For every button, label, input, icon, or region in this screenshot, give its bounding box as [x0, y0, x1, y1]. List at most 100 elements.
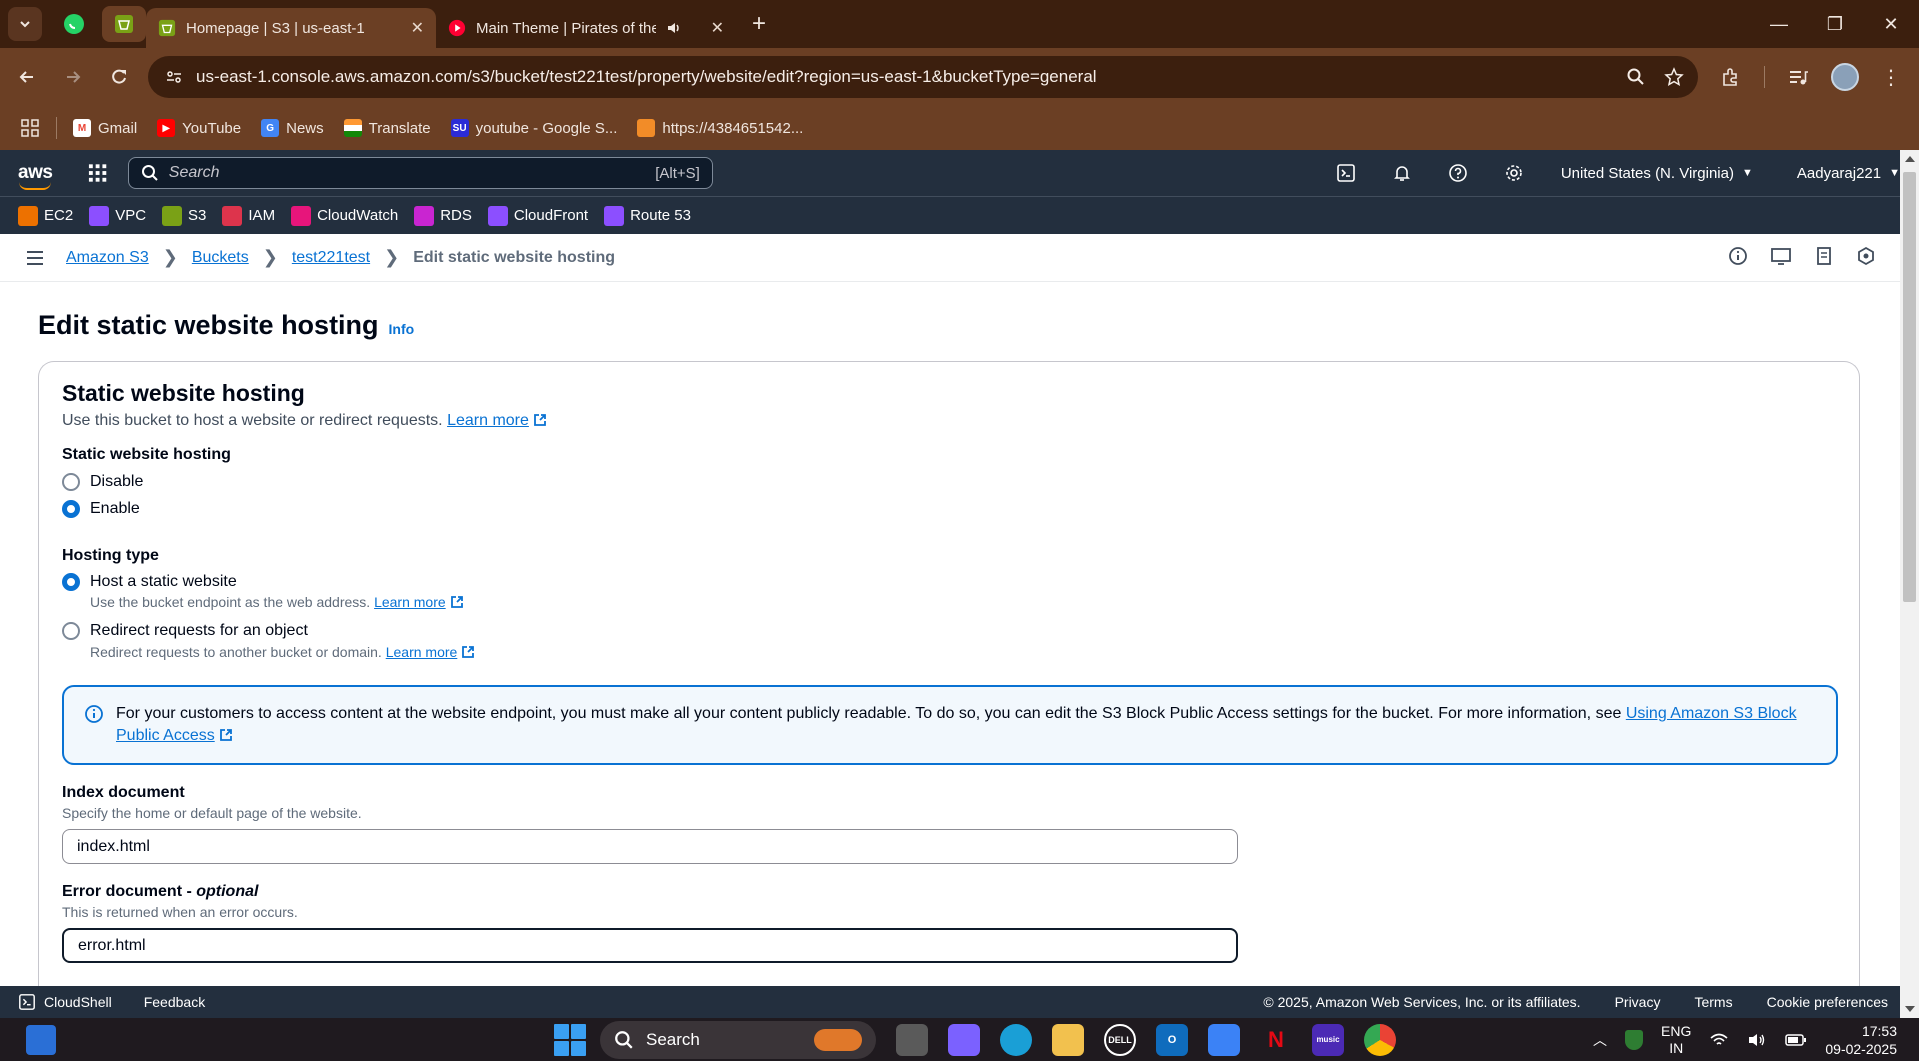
- edge-icon[interactable]: [1000, 1023, 1032, 1056]
- outlook-icon[interactable]: O: [1156, 1023, 1188, 1056]
- site-info-icon[interactable]: [162, 65, 186, 89]
- error-document-input[interactable]: error.html: [62, 928, 1238, 963]
- speaker-icon[interactable]: [666, 20, 682, 36]
- region-selector[interactable]: United States (N. Virginia) ▼: [1561, 165, 1753, 182]
- favorite-cloudwatch[interactable]: CloudWatch: [291, 205, 398, 226]
- pinned-tab-s3[interactable]: [102, 6, 146, 42]
- close-icon[interactable]: ✕: [711, 18, 724, 38]
- extensions-icon[interactable]: [1720, 66, 1742, 88]
- radio-button[interactable]: [62, 622, 80, 640]
- breadcrumb-buckets[interactable]: Buckets: [192, 249, 249, 267]
- document-icon[interactable]: [1814, 246, 1834, 266]
- language-indicator[interactable]: ENG IN: [1661, 1023, 1691, 1057]
- scroll-down-arrow-icon[interactable]: [1905, 1006, 1915, 1012]
- file-explorer-icon[interactable]: [1052, 1023, 1084, 1056]
- help-icon[interactable]: [1441, 156, 1475, 190]
- netflix-icon[interactable]: N: [1260, 1024, 1292, 1056]
- apps-grid-icon[interactable]: [20, 118, 40, 138]
- learn-more-link[interactable]: Learn more: [386, 644, 458, 660]
- radio-button-selected[interactable]: [62, 573, 80, 591]
- star-icon[interactable]: [1664, 67, 1684, 87]
- favorite-label: CloudFront: [513, 207, 589, 224]
- bookmark-youtube-google-search[interactable]: SU youtube - Google S...: [450, 119, 617, 137]
- services-grid-icon[interactable]: [87, 162, 108, 184]
- favorite-iam[interactable]: IAM: [222, 205, 275, 226]
- learn-more-link[interactable]: Learn more: [447, 412, 529, 429]
- reload-button[interactable]: [100, 58, 138, 96]
- monitor-icon[interactable]: [1770, 246, 1792, 266]
- tab-pirates-theme[interactable]: Main Theme | Pirates of the ✕: [436, 8, 736, 48]
- volume-icon[interactable]: [1747, 1032, 1767, 1048]
- aws-search-input[interactable]: Search [Alt+S]: [127, 157, 713, 189]
- pinned-tab-whatsapp[interactable]: [52, 6, 96, 42]
- microsoft-store-icon[interactable]: [1208, 1023, 1240, 1056]
- copilot-icon[interactable]: [948, 1023, 980, 1056]
- page-scrollbar[interactable]: [1900, 150, 1919, 1018]
- dell-icon[interactable]: DELL: [1104, 1023, 1136, 1056]
- close-icon[interactable]: ✕: [411, 18, 424, 38]
- taskbar-search[interactable]: Search: [600, 1020, 876, 1059]
- bookmark-translate[interactable]: Translate: [343, 119, 431, 137]
- clock[interactable]: 17:53 09-02-2025: [1825, 1022, 1897, 1058]
- terms-link[interactable]: Terms: [1694, 994, 1732, 1010]
- favorite-vpc[interactable]: VPC: [89, 205, 146, 226]
- radio-enable[interactable]: Enable: [62, 500, 140, 518]
- account-menu[interactable]: Aadyaraj221 ▼: [1797, 165, 1900, 182]
- breadcrumb-amazon-s3[interactable]: Amazon S3: [66, 249, 149, 267]
- more-menu-icon[interactable]: ⋮: [1881, 65, 1901, 90]
- scroll-up-arrow-icon[interactable]: [1905, 156, 1915, 162]
- widgets-icon[interactable]: [26, 1024, 56, 1055]
- profile-avatar[interactable]: [1831, 63, 1859, 91]
- bookmark-gmail[interactable]: M Gmail: [73, 119, 137, 137]
- settings-gear-icon[interactable]: [1497, 156, 1531, 190]
- amazon-music-icon[interactable]: music: [1312, 1023, 1344, 1056]
- aws-logo[interactable]: aws: [18, 162, 57, 190]
- cloudshell-button[interactable]: CloudShell: [18, 993, 112, 1011]
- bookmark-youtube[interactable]: ▶ YouTube: [157, 119, 241, 137]
- bookmark-numeric-url[interactable]: https://4384651542...: [637, 119, 803, 137]
- chevron-up-icon[interactable]: ︿: [1593, 1030, 1607, 1050]
- s3-bucket-icon: [158, 19, 176, 37]
- learn-more-link[interactable]: Learn more: [374, 594, 446, 610]
- bookmark-news[interactable]: G News: [261, 119, 324, 137]
- wifi-icon[interactable]: [1709, 1032, 1729, 1048]
- back-button[interactable]: [8, 58, 46, 96]
- hexagon-settings-icon[interactable]: [1856, 246, 1876, 266]
- new-tab-button[interactable]: +: [742, 7, 776, 41]
- index-document-input[interactable]: index.html: [62, 829, 1238, 864]
- favorite-ec2[interactable]: EC2: [18, 205, 73, 226]
- radio-button-selected[interactable]: [62, 500, 80, 518]
- windows-start-icon[interactable]: [554, 1023, 586, 1056]
- scrollbar-thumb[interactable]: [1903, 172, 1916, 602]
- favorite-s3[interactable]: S3: [162, 205, 206, 226]
- info-link[interactable]: Info: [389, 321, 415, 337]
- window-close-button[interactable]: ✕: [1863, 0, 1919, 48]
- minimize-button[interactable]: —: [1751, 0, 1807, 48]
- radio-redirect-requests[interactable]: Redirect requests for an object: [62, 622, 308, 640]
- cookie-preferences-link[interactable]: Cookie preferences: [1767, 994, 1888, 1010]
- favorite-rds[interactable]: RDS: [414, 205, 472, 226]
- radio-host-static-website[interactable]: Host a static website: [62, 573, 237, 591]
- restore-button[interactable]: ❐: [1807, 0, 1863, 48]
- tab-search-button[interactable]: [8, 7, 42, 41]
- privacy-link[interactable]: Privacy: [1615, 994, 1661, 1010]
- radio-disable[interactable]: Disable: [62, 473, 143, 491]
- radio-button[interactable]: [62, 473, 80, 491]
- media-control-icon[interactable]: [1787, 66, 1809, 88]
- zoom-icon[interactable]: [1626, 67, 1646, 87]
- info-circle-icon[interactable]: [1728, 246, 1748, 266]
- bell-icon[interactable]: [1385, 156, 1419, 190]
- breadcrumb-bucket[interactable]: test221test: [292, 249, 370, 267]
- tab-s3-homepage[interactable]: Homepage | S3 | us-east-1 ✕: [146, 8, 436, 48]
- menu-hamburger-icon[interactable]: [24, 247, 46, 269]
- security-shield-icon[interactable]: [1625, 1029, 1644, 1050]
- cloudshell-icon[interactable]: [1329, 156, 1363, 190]
- feedback-link[interactable]: Feedback: [144, 994, 205, 1010]
- battery-icon[interactable]: [1785, 1033, 1807, 1047]
- address-bar[interactable]: us-east-1.console.aws.amazon.com/s3/buck…: [148, 56, 1698, 98]
- favorite-cloudfront[interactable]: CloudFront: [487, 205, 589, 226]
- task-view-icon[interactable]: [896, 1023, 928, 1056]
- favorite-route53[interactable]: Route 53: [604, 205, 691, 226]
- chrome-icon[interactable]: [1364, 1023, 1396, 1056]
- forward-button[interactable]: [54, 58, 92, 96]
